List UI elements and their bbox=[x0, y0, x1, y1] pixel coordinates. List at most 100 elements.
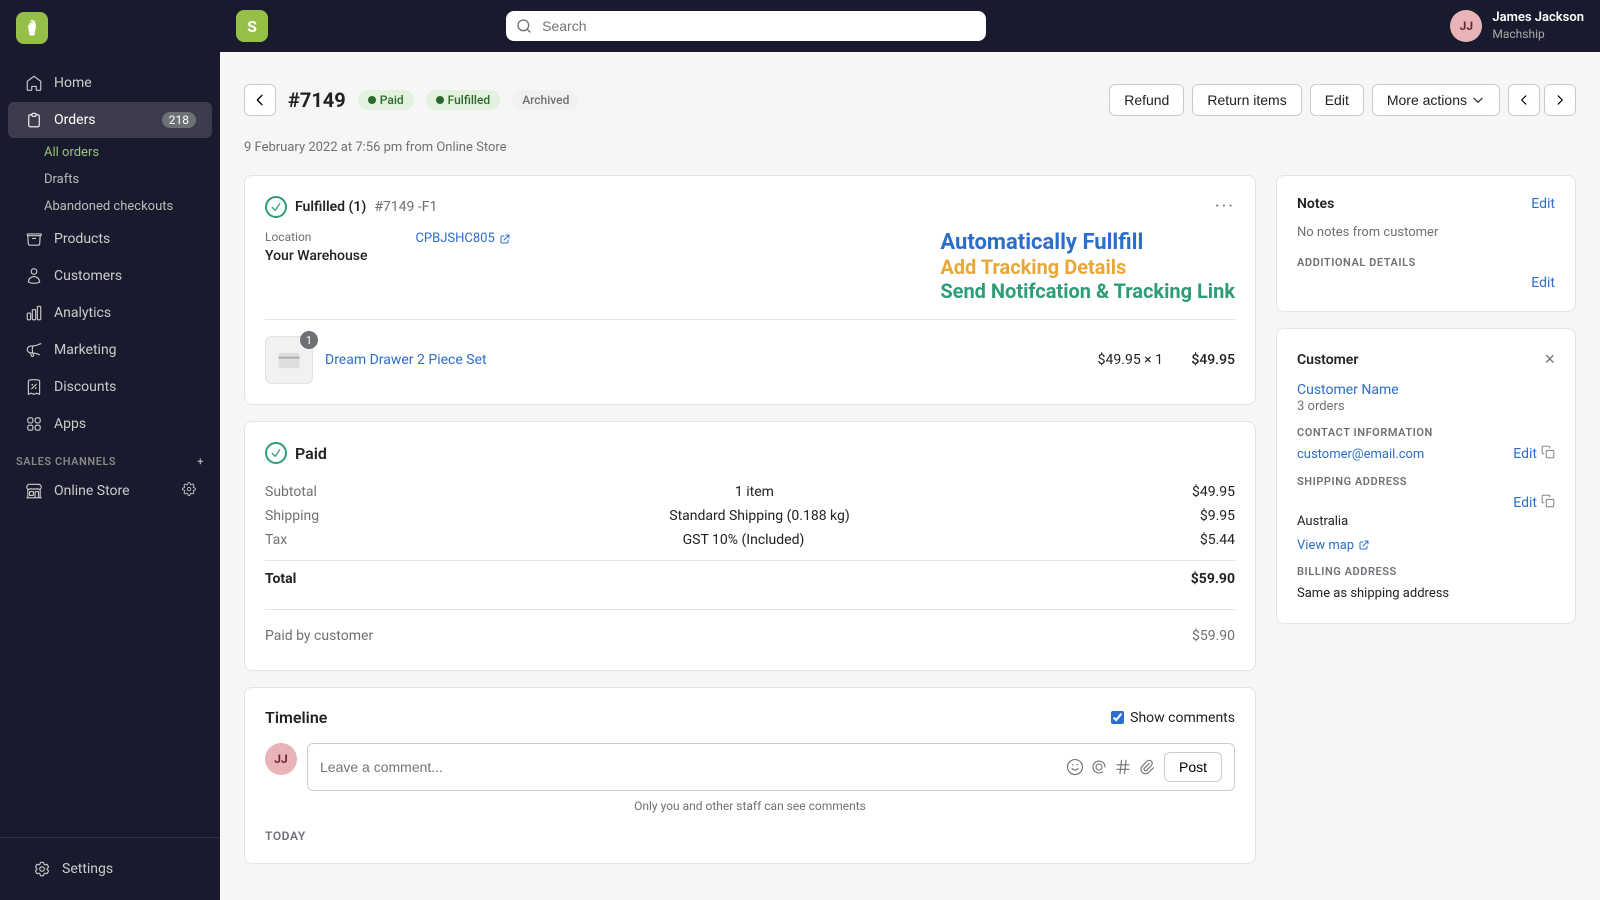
subtotal-amount: $49.95 bbox=[1192, 484, 1235, 500]
show-comments-checkbox[interactable] bbox=[1111, 711, 1124, 724]
edit-button[interactable]: Edit bbox=[1310, 84, 1364, 116]
shipping-address-edit-link[interactable]: Edit bbox=[1513, 495, 1537, 511]
contact-info-edit-link[interactable]: Edit bbox=[1513, 446, 1537, 462]
sidebar: Home Orders 218 All orders Drafts Abando… bbox=[0, 0, 220, 900]
payment-total-row: Total $59.90 bbox=[265, 560, 1235, 597]
products-icon bbox=[24, 229, 44, 249]
additional-details-label: ADDITIONAL DETAILS bbox=[1297, 256, 1555, 269]
search-bar bbox=[506, 11, 986, 41]
header-actions: Refund Return items Edit More actions bbox=[1109, 84, 1576, 116]
product-unit-price: $49.95 × 1 bbox=[1098, 352, 1163, 368]
page-header: #7149 Paid Fulfilled Archived Refund Ret… bbox=[244, 72, 1576, 124]
refund-button[interactable]: Refund bbox=[1109, 84, 1184, 116]
sidebar-subitem-abandoned-checkouts[interactable]: Abandoned checkouts bbox=[0, 193, 220, 220]
copy-address-icon[interactable] bbox=[1541, 494, 1555, 512]
copy-email-icon[interactable] bbox=[1541, 445, 1555, 463]
fulfillment-order-ref: #7149 -F1 bbox=[374, 199, 437, 215]
billing-address-label: BILLING ADDRESS bbox=[1297, 565, 1555, 578]
notes-edit-link[interactable]: Edit bbox=[1531, 196, 1555, 212]
search-input[interactable] bbox=[506, 11, 986, 41]
fulfillment-status-text: Fulfilled (1) bbox=[295, 199, 366, 215]
sidebar-item-apps[interactable]: Apps bbox=[8, 406, 212, 442]
payment-subtotal-row: Subtotal 1 item $49.95 bbox=[265, 480, 1235, 504]
tracking-link[interactable]: CPBJSHC805 bbox=[415, 231, 510, 246]
sidebar-item-marketing[interactable]: Marketing bbox=[8, 332, 212, 368]
fulfillment-icon bbox=[265, 196, 287, 218]
notes-card-header: Notes Edit bbox=[1297, 196, 1555, 212]
cta-auto-fulfill: Automatically Fullfill bbox=[940, 230, 1235, 255]
sidebar-item-discounts[interactable]: Discounts bbox=[8, 369, 212, 405]
avatar: JJ bbox=[1450, 10, 1482, 42]
sidebar-item-home-label: Home bbox=[54, 75, 92, 91]
sidebar-subitem-drafts[interactable]: Drafts bbox=[0, 166, 220, 193]
next-order-button[interactable] bbox=[1544, 84, 1576, 116]
post-comment-button[interactable]: Post bbox=[1164, 752, 1222, 782]
user-info: James Jackson Machship bbox=[1492, 10, 1584, 42]
view-map-link[interactable]: View map bbox=[1297, 538, 1370, 553]
additional-details-edit-link[interactable]: Edit bbox=[1531, 275, 1555, 291]
customer-email-link[interactable]: customer@email.com bbox=[1297, 447, 1424, 462]
emoji-icon[interactable] bbox=[1066, 758, 1084, 776]
fulfillment-menu-icon[interactable]: ··· bbox=[1215, 196, 1235, 217]
sidebar-item-home[interactable]: Home bbox=[8, 65, 212, 101]
return-items-button[interactable]: Return items bbox=[1192, 84, 1301, 116]
back-button[interactable] bbox=[244, 84, 276, 116]
product-name-link[interactable]: Dream Drawer 2 Piece Set bbox=[325, 352, 1086, 368]
location-label: Location bbox=[265, 230, 367, 244]
sidebar-item-online-store[interactable]: Online Store bbox=[8, 473, 212, 509]
discounts-icon bbox=[24, 377, 44, 397]
comment-input[interactable] bbox=[320, 759, 1058, 775]
tax-label: Tax bbox=[265, 532, 287, 548]
paid-by-label: Paid by customer bbox=[265, 628, 373, 644]
hashtag-icon[interactable] bbox=[1114, 758, 1132, 776]
chevron-down-icon bbox=[1471, 93, 1485, 107]
sidebar-item-products[interactable]: Products bbox=[8, 221, 212, 257]
commenter-avatar: JJ bbox=[265, 743, 297, 775]
cta-tracking-details: Add Tracking Details bbox=[940, 255, 1235, 279]
online-store-settings-icon[interactable] bbox=[182, 482, 196, 500]
timeline-header: Timeline Show comments bbox=[265, 708, 1235, 727]
at-icon[interactable] bbox=[1090, 758, 1108, 776]
sidebar-item-analytics[interactable]: Analytics bbox=[8, 295, 212, 331]
fulfillment-title: Fulfilled (1) #7149 -F1 bbox=[265, 196, 437, 218]
shipping-address-label: SHIPPING ADDRESS bbox=[1297, 475, 1555, 488]
search-icon bbox=[516, 18, 532, 34]
add-sales-channel-icon[interactable]: + bbox=[197, 455, 204, 468]
timeline-title: Timeline bbox=[265, 708, 327, 727]
fulfillment-product-row: 1 Dream Drawer 2 Piece Set $49.95 × 1 $4… bbox=[265, 319, 1235, 384]
paid-by-row: Paid by customer $59.90 bbox=[265, 622, 1235, 650]
more-actions-button[interactable]: More actions bbox=[1372, 84, 1500, 116]
paid-badge-icon bbox=[265, 442, 287, 464]
sidebar-item-settings[interactable]: Settings bbox=[16, 851, 204, 887]
payment-tax-row: Tax GST 10% (Included) $5.44 bbox=[265, 528, 1235, 552]
paid-by-amount: $59.90 bbox=[1192, 628, 1235, 644]
customer-card-header: Customer × bbox=[1297, 349, 1555, 370]
customer-close-button[interactable]: × bbox=[1544, 349, 1555, 370]
sidebar-item-products-label: Products bbox=[54, 231, 110, 247]
prev-order-button[interactable] bbox=[1508, 84, 1540, 116]
paid-badge: Paid bbox=[265, 442, 1235, 464]
nav-arrows bbox=[1508, 84, 1576, 116]
customers-icon bbox=[24, 266, 44, 286]
paid-badge-text: Paid bbox=[295, 444, 327, 463]
no-notes-text: No notes from customer bbox=[1297, 225, 1438, 240]
customer-card-title: Customer bbox=[1297, 352, 1358, 368]
sidebar-item-discounts-label: Discounts bbox=[54, 379, 116, 395]
show-comments-text: Show comments bbox=[1130, 710, 1235, 726]
status-archived-badge: Archived bbox=[512, 90, 579, 110]
customer-name-link[interactable]: Customer Name bbox=[1297, 382, 1555, 398]
sidebar-subitem-all-orders[interactable]: All orders bbox=[0, 139, 220, 166]
status-paid-badge: Paid bbox=[358, 90, 414, 110]
attachment-icon[interactable] bbox=[1138, 758, 1156, 776]
show-comments-label[interactable]: Show comments bbox=[1111, 710, 1235, 726]
sidebar-item-customers[interactable]: Customers bbox=[8, 258, 212, 294]
orders-icon bbox=[24, 110, 44, 130]
customer-orders-count: 3 orders bbox=[1297, 399, 1345, 414]
fulfillment-tracking: CPBJSHC805 bbox=[415, 230, 510, 246]
sales-channels-label: SALES CHANNELS + bbox=[0, 443, 220, 472]
sidebar-item-orders[interactable]: Orders 218 bbox=[8, 102, 212, 138]
content-grid: Fulfilled (1) #7149 -F1 ··· Location You… bbox=[244, 175, 1576, 864]
shipping-amount: $9.95 bbox=[1200, 508, 1235, 524]
customer-card: Customer × Customer Name 3 orders CONTAC… bbox=[1276, 328, 1576, 624]
sidebar-item-apps-label: Apps bbox=[54, 416, 86, 432]
